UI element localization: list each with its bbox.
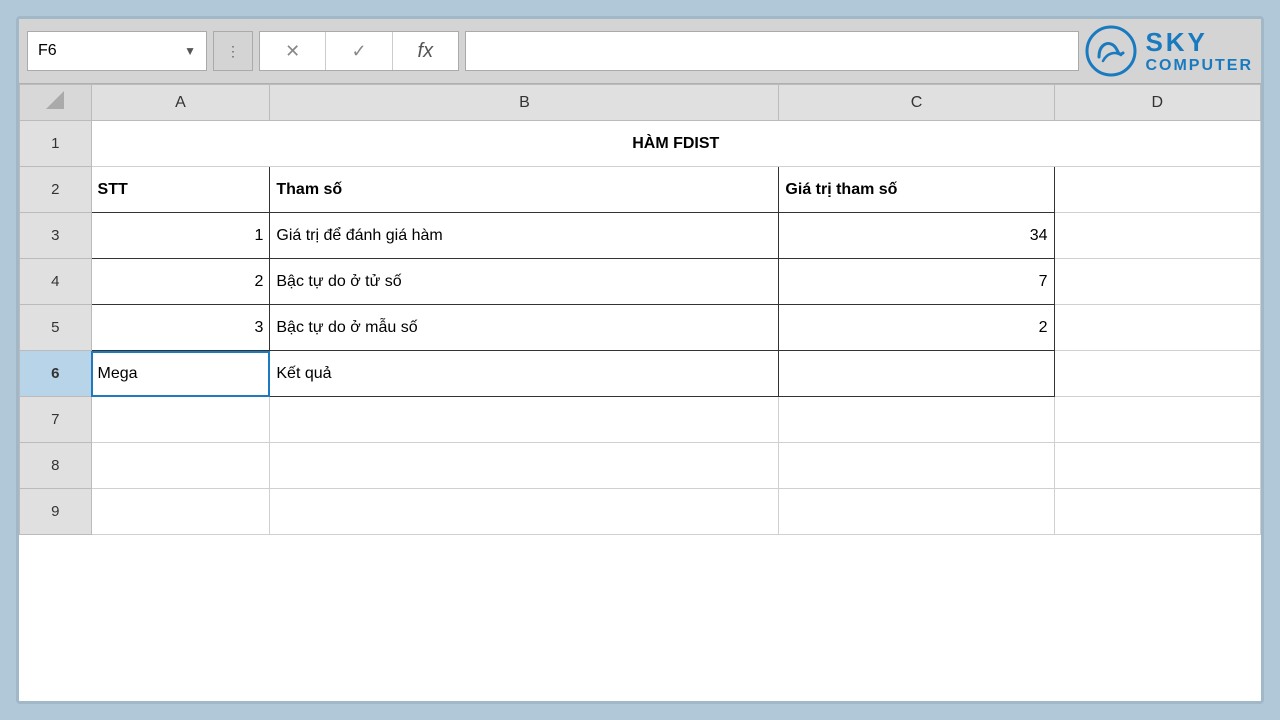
col-header-a[interactable]: A [91, 85, 270, 121]
cell-b5[interactable]: Bậc tự do ở mẫu số [270, 305, 779, 351]
fx-button[interactable]: fx [393, 32, 458, 70]
table-row: 4 2 Bậc tự do ở tử số 7 [20, 259, 1261, 305]
cell-c4[interactable]: 7 [779, 259, 1054, 305]
cell-c6[interactable] [779, 351, 1054, 397]
confirm-button[interactable]: ✓ [326, 32, 392, 70]
cell-b6[interactable]: Kết quả [270, 351, 779, 397]
row-header-6[interactable]: 6 [20, 351, 92, 397]
table-row: 9 [20, 489, 1261, 535]
cell-b8[interactable] [270, 443, 779, 489]
cell-b2[interactable]: Tham số [270, 167, 779, 213]
col-header-b[interactable]: B [270, 85, 779, 121]
cancel-button[interactable]: ✕ [260, 32, 326, 70]
cell-reference: F6 [38, 42, 57, 60]
table-row: 3 1 Giá trị để đánh giá hàm 34 [20, 213, 1261, 259]
name-box[interactable]: F6 ▼ [27, 31, 207, 71]
table-row: 1 HÀM FDIST [20, 121, 1261, 167]
cell-a3[interactable]: 1 [91, 213, 270, 259]
cell-a2[interactable]: STT [91, 167, 270, 213]
formula-bar: F6 ▼ ⋮ ✕ ✓ fx SKY [19, 19, 1261, 84]
sky-logo-text: SKY COMPUTER [1145, 28, 1253, 74]
sky-logo: SKY COMPUTER [1085, 25, 1253, 77]
col-header-d[interactable]: D [1054, 85, 1260, 121]
table-row: 7 [20, 397, 1261, 443]
corner-header [20, 85, 92, 121]
cell-b7[interactable] [270, 397, 779, 443]
row-header-5[interactable]: 5 [20, 305, 92, 351]
cell-a9[interactable] [91, 489, 270, 535]
cell-a8[interactable] [91, 443, 270, 489]
grid-area: A B C D 1 HÀM FDIST 2 STT Tham số Giá tr… [19, 84, 1261, 701]
cell-a7[interactable] [91, 397, 270, 443]
formula-action-buttons: ✕ ✓ fx [259, 31, 459, 71]
cell-d5[interactable] [1054, 305, 1260, 351]
cell-c8[interactable] [779, 443, 1054, 489]
row-header-8[interactable]: 8 [20, 443, 92, 489]
row-header-1[interactable]: 1 [20, 121, 92, 167]
cell-d6[interactable] [1054, 351, 1260, 397]
row-header-9[interactable]: 9 [20, 489, 92, 535]
cell-d7[interactable] [1054, 397, 1260, 443]
cell-d4[interactable] [1054, 259, 1260, 305]
cell-c7[interactable] [779, 397, 1054, 443]
cell-d3[interactable] [1054, 213, 1260, 259]
table-row: 5 3 Bậc tự do ở mẫu số 2 [20, 305, 1261, 351]
computer-text: COMPUTER [1145, 57, 1253, 75]
row-header-4[interactable]: 4 [20, 259, 92, 305]
cell-c3[interactable]: 34 [779, 213, 1054, 259]
name-box-dropdown-icon[interactable]: ▼ [184, 44, 196, 58]
table-row: 6 Mega Kết quả [20, 351, 1261, 397]
sky-logo-icon [1085, 25, 1137, 77]
row-header-7[interactable]: 7 [20, 397, 92, 443]
table-row: 2 STT Tham số Giá trị tham số [20, 167, 1261, 213]
cell-b4[interactable]: Bậc tự do ở tử số [270, 259, 779, 305]
cell-b3[interactable]: Giá trị để đánh giá hàm [270, 213, 779, 259]
cell-c9[interactable] [779, 489, 1054, 535]
cell-a5[interactable]: 3 [91, 305, 270, 351]
formula-dots-icon: ⋮ [213, 31, 253, 71]
formula-input[interactable] [465, 31, 1079, 71]
cell-c5[interactable]: 2 [779, 305, 1054, 351]
cell-c2[interactable]: Giá trị tham số [779, 167, 1054, 213]
spreadsheet-table: A B C D 1 HÀM FDIST 2 STT Tham số Giá tr… [19, 84, 1261, 535]
sky-text: SKY [1145, 28, 1253, 57]
row-header-2[interactable]: 2 [20, 167, 92, 213]
cell-a1[interactable]: HÀM FDIST [91, 121, 1260, 167]
row-header-3[interactable]: 3 [20, 213, 92, 259]
cell-a6[interactable]: Mega [91, 351, 270, 397]
cell-d2[interactable] [1054, 167, 1260, 213]
cell-d8[interactable] [1054, 443, 1260, 489]
cell-d9[interactable] [1054, 489, 1260, 535]
col-header-c[interactable]: C [779, 85, 1054, 121]
spreadsheet-container: F6 ▼ ⋮ ✕ ✓ fx SKY [16, 16, 1264, 704]
table-row: 8 [20, 443, 1261, 489]
cell-b9[interactable] [270, 489, 779, 535]
cell-a4[interactable]: 2 [91, 259, 270, 305]
